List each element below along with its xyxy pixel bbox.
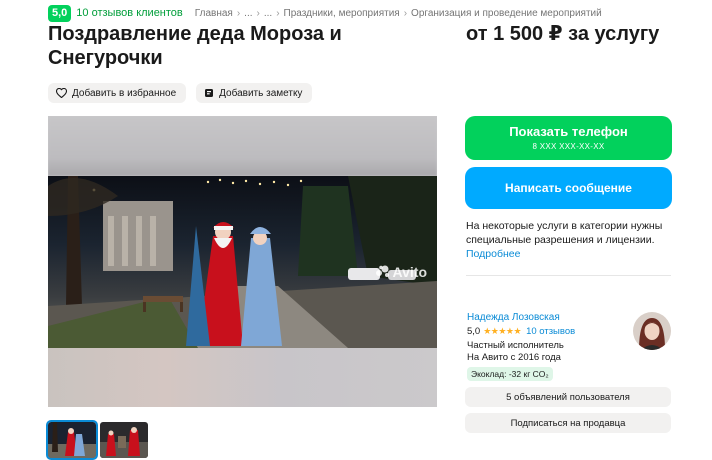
show-phone-label: Показать телефон xyxy=(509,124,628,139)
listing-actions: Добавить в избранное Добавить заметку xyxy=(48,83,313,103)
reviews-link[interactable]: 10 отзывов клиентов xyxy=(76,7,182,19)
seller-name-link[interactable]: Надежда Лозовская xyxy=(467,312,560,323)
add-to-favorites-label: Добавить в избранное xyxy=(72,87,177,99)
star-rating-icon: ★★★★★ xyxy=(483,326,522,336)
main-photo[interactable] xyxy=(48,176,437,348)
gallery-blur-top xyxy=(48,116,437,176)
note-icon xyxy=(204,88,214,98)
listing-price: от 1 500 ₽ за услугу xyxy=(466,23,660,45)
seller-type: Частный исполнитель xyxy=(467,340,564,351)
breadcrumb: Главная › ... › ... › Праздники, меропри… xyxy=(195,8,602,19)
avito-watermark: Avito xyxy=(375,264,427,280)
divider xyxy=(466,275,671,276)
watermark-text: Avito xyxy=(392,264,427,280)
license-notice-text: На некоторые услуги в категории нужны сп… xyxy=(466,220,663,246)
breadcrumb-collapsed-2[interactable]: ... xyxy=(264,8,272,19)
add-note-button[interactable]: Добавить заметку xyxy=(196,83,313,103)
show-phone-button[interactable]: Показать телефон 8 XXX XXX-XX-XX xyxy=(465,116,672,160)
seller-rating-value: 5,0 xyxy=(467,326,481,337)
seller-since: На Авито с 2016 года xyxy=(467,352,561,363)
main-photo-image xyxy=(48,176,437,348)
eco-badge[interactable]: Экоклад: -32 кг CO₂ xyxy=(467,367,553,381)
add-to-favorites-button[interactable]: Добавить в избранное xyxy=(48,83,187,103)
header-line: 5,0 10 отзывов клиентов Главная › ... › … xyxy=(48,4,602,22)
gallery-blur-bottom xyxy=(48,348,437,407)
heart-icon xyxy=(56,88,67,98)
seller-avatar[interactable] xyxy=(633,312,671,350)
breadcrumb-separator: › xyxy=(276,7,280,19)
rating-badge: 5,0 xyxy=(48,4,72,22)
photo-gallery[interactable]: Avito xyxy=(48,116,437,407)
breadcrumb-separator: › xyxy=(236,7,241,19)
user-listings-button[interactable]: 5 объявлений пользователя xyxy=(465,387,671,407)
avito-logo-icon xyxy=(375,264,390,280)
more-info-link[interactable]: Подробнее xyxy=(466,247,676,261)
thumbnail-2-image xyxy=(100,422,148,458)
write-message-button[interactable]: Написать сообщение xyxy=(465,167,672,209)
thumbnail-1-image xyxy=(48,422,96,458)
license-notice: На некоторые услуги в категории нужны сп… xyxy=(466,219,676,261)
breadcrumb-holidays[interactable]: Праздники, мероприятия xyxy=(284,8,400,19)
add-note-label: Добавить заметку xyxy=(219,87,303,99)
breadcrumb-separator: › xyxy=(403,7,408,19)
breadcrumb-events[interactable]: Организация и проведение мероприятий xyxy=(411,8,602,19)
listing-title: Поздравление деда Мороза и Снегурочки xyxy=(48,23,342,69)
breadcrumb-home[interactable]: Главная xyxy=(195,8,233,19)
breadcrumb-collapsed-1[interactable]: ... xyxy=(244,8,252,19)
thumbnail-2[interactable] xyxy=(100,422,148,458)
thumbnail-1[interactable] xyxy=(46,420,98,460)
seller-reviews-link[interactable]: 10 отзывов xyxy=(526,326,575,337)
thumbnail-strip xyxy=(46,420,148,460)
breadcrumb-separator: › xyxy=(256,7,260,19)
seller-rating: 5,0 ★★★★★ 10 отзывов xyxy=(467,326,575,337)
seller-avatar-image xyxy=(633,312,671,350)
masked-phone: 8 XXX XXX-XX-XX xyxy=(532,142,605,151)
subscribe-seller-button[interactable]: Подписаться на продавца xyxy=(465,413,671,433)
